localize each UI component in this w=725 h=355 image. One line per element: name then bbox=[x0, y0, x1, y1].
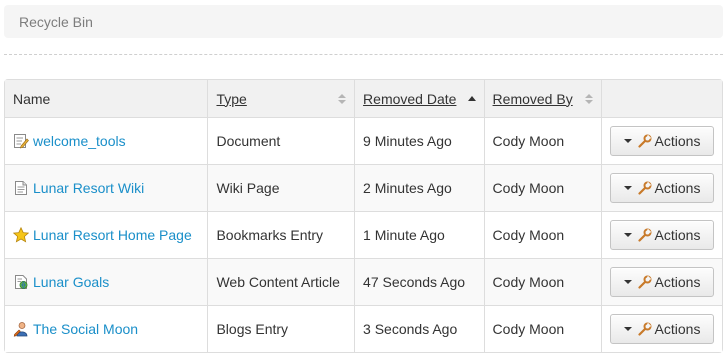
actions-button[interactable]: Actions bbox=[610, 173, 714, 203]
actions-label: Actions bbox=[654, 180, 701, 196]
caret-down-icon bbox=[623, 280, 632, 284]
cell-name: welcome_tools bbox=[5, 117, 208, 164]
cell-removed-by: Cody Moon bbox=[483, 211, 601, 258]
cell-removed-by: Cody Moon bbox=[483, 305, 601, 352]
cell-removed-by: Cody Moon bbox=[483, 117, 601, 164]
cell-removed-by: Cody Moon bbox=[483, 258, 601, 305]
cell-name: Lunar Resort Wiki bbox=[5, 164, 208, 211]
cell-actions: Actions bbox=[601, 117, 722, 164]
caret-down-icon bbox=[623, 186, 632, 190]
cell-type: Blogs Entry bbox=[207, 305, 355, 352]
sort-by-removed-by-link[interactable]: Removed By bbox=[493, 91, 573, 107]
sort-by-removed-date-link[interactable]: Removed Date bbox=[363, 91, 456, 107]
table-row: welcome_tools Document 9 Minutes Ago Cod… bbox=[5, 117, 722, 164]
recycle-bin-page: Recycle Bin Name Type Removed Date Remov… bbox=[0, 0, 725, 355]
caret-down-icon bbox=[623, 233, 632, 237]
actions-label: Actions bbox=[654, 274, 701, 290]
sort-arrows-icon bbox=[338, 93, 347, 104]
actions-button[interactable]: Actions bbox=[610, 126, 714, 156]
column-header-removed-by[interactable]: Removed By bbox=[483, 80, 601, 117]
table-header-row: Name Type Removed Date Removed By bbox=[5, 80, 722, 117]
table-row: Lunar Resort Home Page Bookmarks Entry 1… bbox=[5, 211, 722, 258]
caret-down-icon bbox=[623, 327, 632, 331]
cell-removed-date: 3 Seconds Ago bbox=[354, 305, 484, 352]
cell-removed-date: 9 Minutes Ago bbox=[354, 117, 484, 164]
document-edit-icon bbox=[13, 133, 29, 149]
actions-button[interactable]: Actions bbox=[610, 267, 714, 297]
wrench-icon bbox=[637, 275, 652, 289]
cell-actions: Actions bbox=[601, 258, 722, 305]
sort-arrows-icon bbox=[585, 93, 593, 104]
blog-entry-icon bbox=[13, 321, 29, 337]
cell-removed-date: 2 Minutes Ago bbox=[354, 164, 484, 211]
actions-label: Actions bbox=[654, 321, 701, 337]
recycle-bin-table: Name Type Removed Date Removed By welcom… bbox=[4, 79, 723, 353]
wiki-page-icon bbox=[13, 180, 29, 196]
actions-button[interactable]: Actions bbox=[610, 220, 714, 250]
wrench-icon bbox=[637, 228, 652, 242]
sort-ascending-icon bbox=[467, 96, 476, 101]
entry-link[interactable]: The Social Moon bbox=[33, 321, 138, 337]
wrench-icon bbox=[637, 134, 652, 148]
column-header-type[interactable]: Type bbox=[207, 80, 355, 117]
cell-removed-date: 47 Seconds Ago bbox=[354, 258, 484, 305]
cell-type: Bookmarks Entry bbox=[207, 211, 355, 258]
actions-label: Actions bbox=[654, 133, 701, 149]
entry-link[interactable]: Lunar Resort Wiki bbox=[33, 180, 144, 196]
entry-link[interactable]: welcome_tools bbox=[33, 133, 126, 149]
column-header-removed-date[interactable]: Removed Date bbox=[354, 80, 484, 117]
breadcrumb-item-recycle-bin[interactable]: Recycle Bin bbox=[19, 14, 93, 30]
cell-removed-by: Cody Moon bbox=[483, 164, 601, 211]
cell-removed-date: 1 Minute Ago bbox=[354, 211, 484, 258]
caret-down-icon bbox=[623, 139, 632, 143]
wrench-icon bbox=[637, 181, 652, 195]
cell-type: Web Content Article bbox=[207, 258, 355, 305]
entry-link[interactable]: Lunar Goals bbox=[33, 274, 109, 290]
column-header-actions bbox=[601, 80, 722, 117]
breadcrumb: Recycle Bin bbox=[4, 5, 723, 38]
table-row: Lunar Resort Wiki Wiki Page 2 Minutes Ag… bbox=[5, 164, 722, 211]
table-row: Lunar Goals Web Content Article 47 Secon… bbox=[5, 258, 722, 305]
wrench-icon bbox=[637, 322, 652, 336]
cell-actions: Actions bbox=[601, 211, 722, 258]
separator bbox=[4, 54, 723, 55]
cell-actions: Actions bbox=[601, 305, 722, 352]
star-icon bbox=[13, 227, 29, 243]
column-header-name: Name bbox=[5, 80, 208, 117]
cell-name: The Social Moon bbox=[5, 305, 208, 352]
cell-actions: Actions bbox=[601, 164, 722, 211]
actions-label: Actions bbox=[654, 227, 701, 243]
actions-button[interactable]: Actions bbox=[610, 314, 714, 344]
cell-name: Lunar Resort Home Page bbox=[5, 211, 208, 258]
sort-by-type-link[interactable]: Type bbox=[216, 91, 246, 107]
cell-type: Document bbox=[207, 117, 355, 164]
table-row: The Social Moon Blogs Entry 3 Seconds Ag… bbox=[5, 305, 722, 352]
cell-name: Lunar Goals bbox=[5, 258, 208, 305]
cell-type: Wiki Page bbox=[207, 164, 355, 211]
web-content-icon bbox=[13, 274, 29, 290]
entry-link[interactable]: Lunar Resort Home Page bbox=[33, 227, 192, 243]
